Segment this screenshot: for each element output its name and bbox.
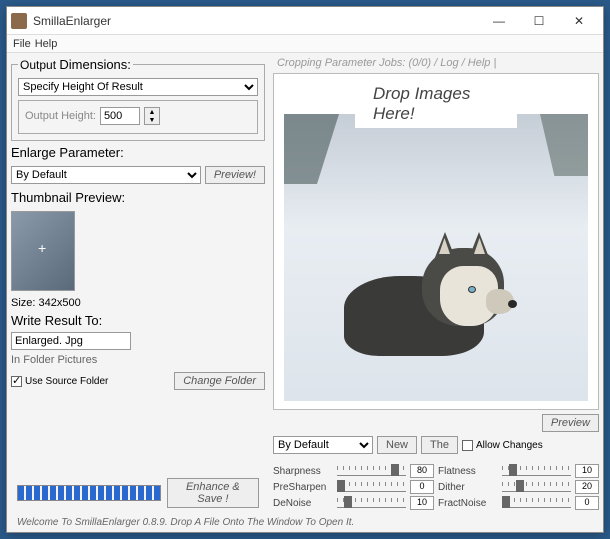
denoise-slider[interactable] [337, 498, 406, 508]
output-legend: Output [20, 58, 56, 72]
height-spinner[interactable]: ▲▼ [144, 107, 160, 125]
dimensions-label: Dimensions: [59, 57, 131, 72]
change-folder-button[interactable]: Change Folder [174, 372, 265, 390]
close-button[interactable]: ✕ [559, 9, 599, 33]
sharpness-label: Sharpness [273, 466, 333, 477]
crop-header[interactable]: Cropping Parameter Jobs: (0/0) / Log / H… [273, 57, 599, 73]
folder-text: In Folder Pictures [11, 354, 265, 366]
sharpness-value[interactable]: 80 [410, 464, 434, 478]
presharpen-value[interactable]: 0 [410, 480, 434, 494]
menu-file[interactable]: File [13, 38, 31, 50]
menubar: File Help [7, 35, 603, 53]
denoise-label: DeNoise [273, 498, 333, 509]
menu-help[interactable]: Help [35, 38, 58, 50]
denoise-value[interactable]: 10 [410, 496, 434, 510]
sharpness-slider[interactable] [337, 466, 406, 476]
allow-changes-checkbox[interactable] [462, 440, 473, 451]
the-button[interactable]: The [421, 436, 458, 454]
preview-button[interactable]: Preview! [205, 166, 265, 184]
status-bar: Welcome To SmillaEnlarger 0.8.9. Drop A … [11, 515, 360, 530]
thumbnail-size: Size: 342x500 [11, 297, 265, 309]
minimize-button[interactable]: — [479, 9, 519, 33]
output-mode-select[interactable]: Specify Height Of Result [18, 78, 258, 96]
output-height-label: Output Height: [25, 110, 96, 122]
progress-bar [17, 485, 161, 501]
write-label: Write Result To: [11, 313, 265, 328]
fractnoise-value[interactable]: 0 [575, 496, 599, 510]
use-source-folder-label: Use Source Folder [25, 376, 108, 387]
enlarge-preset-select[interactable]: By Default [11, 166, 201, 184]
presharpen-label: PreSharpen [273, 482, 333, 493]
new-button[interactable]: New [377, 436, 417, 454]
drop-label: Drop Images Here! [355, 80, 517, 128]
enlarge-label: Enlarge Parameter: [11, 145, 265, 160]
maximize-button[interactable]: ☐ [519, 9, 559, 33]
app-window: SmillaEnlarger — ☐ ✕ File Help Output Di… [6, 6, 604, 533]
fractnoise-label: FractNoise [438, 498, 498, 509]
window-title: SmillaEnlarger [33, 14, 479, 28]
thumbnail-label: Thumbnail Preview: [11, 190, 265, 205]
fractnoise-slider[interactable] [502, 498, 571, 508]
lower-preview-button[interactable]: Preview [542, 414, 599, 432]
presharpen-slider[interactable] [337, 482, 406, 492]
flatness-slider[interactable] [502, 466, 571, 476]
output-group: Output Dimensions: Specify Height Of Res… [11, 57, 265, 141]
flatness-value[interactable]: 10 [575, 464, 599, 478]
dither-label: Dither [438, 482, 498, 493]
thumbnail-preview[interactable] [11, 211, 75, 291]
dither-value[interactable]: 20 [575, 480, 599, 494]
lower-preset-select[interactable]: By Default [273, 436, 373, 454]
titlebar: SmillaEnlarger — ☐ ✕ [7, 7, 603, 35]
app-icon [11, 13, 27, 29]
output-height-input[interactable] [100, 107, 140, 125]
output-filename-input[interactable] [11, 332, 131, 350]
image-preview[interactable] [284, 114, 588, 401]
flatness-label: Flatness [438, 466, 498, 477]
dither-slider[interactable] [502, 482, 571, 492]
use-source-folder-checkbox[interactable] [11, 376, 22, 387]
drop-area[interactable]: Drop Images Here! [273, 73, 599, 410]
enhance-save-button[interactable]: Enhance & Save ! [167, 478, 259, 508]
allow-changes-label: Allow Changes [476, 440, 543, 451]
